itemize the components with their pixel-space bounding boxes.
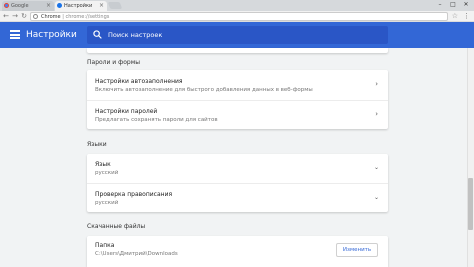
language-value: русский	[95, 170, 119, 176]
languages-card: Язык русский ⌄ Проверка правописания рус…	[87, 154, 388, 212]
settings-header: Настройки Поиск настроек	[0, 22, 474, 48]
tab-google[interactable]: Google ×	[2, 1, 54, 11]
scrollbar-thumb[interactable]	[468, 178, 473, 230]
maximize-button[interactable]: □	[447, 0, 459, 10]
language-label: Язык	[95, 161, 111, 168]
tab-label: Google	[11, 3, 29, 9]
address-url: chrome://settings	[65, 14, 110, 20]
chevron-right-icon: ›	[375, 80, 378, 88]
folder-label: Папка	[95, 242, 115, 249]
downloads-card: Папка C:\Users\Дмитрий\Downloads Изменит…	[87, 236, 388, 267]
close-tab-icon[interactable]: ×	[46, 1, 51, 11]
address-bar[interactable]: Chrome | chrome://settings	[30, 12, 448, 21]
forward-icon[interactable]: →	[11, 11, 19, 22]
language-row[interactable]: Язык русский ⌄	[87, 154, 388, 183]
passwords-description: Предлагать сохранять пароли для сайтов	[95, 117, 218, 123]
section-title-downloads: Скачанные файлы	[87, 223, 146, 230]
hamburger-menu-icon[interactable]	[10, 30, 20, 39]
search-placeholder: Поиск настроек	[108, 31, 163, 39]
minimize-button[interactable]: –	[434, 0, 446, 10]
folder-path: C:\Users\Дмитрий\Downloads	[95, 251, 178, 257]
settings-favicon-icon	[57, 3, 62, 8]
tab-strip: Google × Настройки × – □ ✕	[0, 0, 474, 11]
autofill-description: Включить автозаполнение для быстрого доб…	[95, 87, 313, 93]
new-tab-button[interactable]	[107, 2, 123, 9]
section-title-passwords-forms: Пароли и формы	[87, 59, 140, 66]
address-scheme: Chrome	[41, 14, 61, 20]
download-folder-row: Папка C:\Users\Дмитрий\Downloads Изменит…	[87, 236, 388, 267]
close-window-button[interactable]: ✕	[460, 0, 472, 10]
spellcheck-value: русский	[95, 200, 119, 206]
section-title-languages: Языки	[87, 141, 107, 148]
passwords-forms-card: Настройки автозаполнения Включить автоза…	[87, 70, 388, 129]
browser-toolbar: ← → ↻ Chrome | chrome://settings ☆ ⋮	[0, 11, 474, 22]
autofill-label: Настройки автозаполнения	[95, 78, 183, 85]
tab-label: Настройки	[64, 3, 93, 9]
close-tab-icon[interactable]: ×	[99, 1, 104, 11]
tab-settings[interactable]: Настройки ×	[55, 1, 107, 11]
search-settings-input[interactable]: Поиск настроек	[87, 26, 388, 44]
chevron-down-icon: ⌄	[373, 164, 379, 171]
change-folder-button[interactable]: Изменить	[336, 243, 378, 257]
passwords-label: Настройки паролей	[95, 108, 158, 115]
bookmark-star-icon[interactable]: ☆	[452, 11, 458, 22]
search-icon	[93, 30, 102, 39]
spellcheck-row[interactable]: Проверка правописания русский ⌄	[87, 183, 388, 212]
chevron-down-icon: ⌄	[373, 194, 379, 201]
spellcheck-label: Проверка правописания	[95, 191, 173, 198]
google-favicon-icon	[4, 3, 9, 8]
chevron-right-icon: ›	[375, 110, 378, 118]
page-title: Настройки	[26, 30, 77, 40]
back-icon[interactable]: ←	[2, 11, 10, 22]
browser-menu-icon[interactable]: ⋮	[463, 11, 470, 22]
password-settings-row[interactable]: Настройки паролей Предлагать сохранять п…	[87, 100, 388, 129]
info-icon[interactable]	[33, 14, 38, 19]
previous-section-card	[87, 48, 388, 53]
autofill-settings-row[interactable]: Настройки автозаполнения Включить автоза…	[87, 70, 388, 100]
page-scrollbar[interactable]	[467, 48, 474, 267]
reload-icon[interactable]: ↻	[20, 11, 28, 22]
